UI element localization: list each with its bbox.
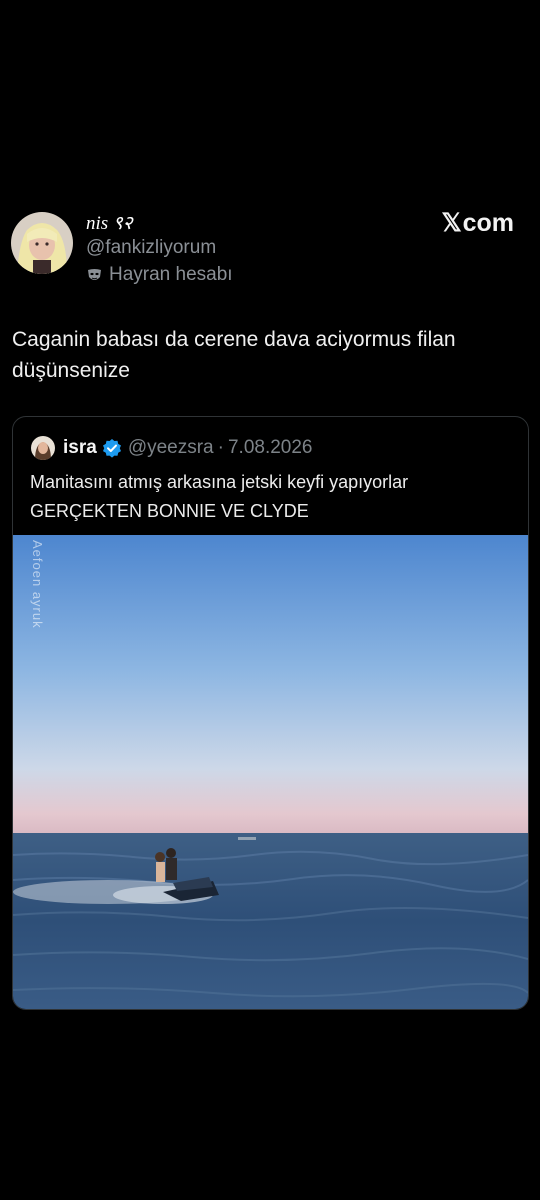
jetski-sea-image [13,535,528,1009]
author-name[interactable]: nis ९२ [86,209,133,235]
quoted-author-avatar[interactable] [31,436,55,460]
quoted-tweet-video[interactable]: Aefoen ayruk [13,535,528,1009]
fan-label-text: Hayran hesabı [109,264,233,285]
x-logo-icon: 𝕏 [441,209,462,237]
quoted-tweet-date[interactable]: 7.08.2026 [228,437,313,459]
author-avatar[interactable] [11,212,73,274]
quoted-text-line-1: Manitasını atmış arkasına jetski keyfi y… [30,472,409,492]
quoted-author-name[interactable]: isra [63,437,97,459]
meta-separator: · [217,437,224,458]
fan-account-label: Hayran hesabı [86,264,233,286]
media-watermark: Aefoen ayruk [30,540,45,629]
quoted-text-line-2: GERÇEKTEN BONNIE VE CLYDE [30,501,309,521]
quoted-tweet-header: isra @yeezsra · 7.08.2026 [31,436,313,460]
x-com-brand: 𝕏com [441,208,514,238]
quoted-tweet-text: Manitasını atmış arkasına jetski keyfi y… [30,468,510,526]
quoted-tweet[interactable]: isra @yeezsra · 7.08.2026 Manitasını atm… [12,416,529,1010]
verified-badge-icon [102,438,122,458]
mask-icon [86,267,103,284]
tweet-text: Caganin babası da cerene dava aciyormus … [12,328,456,382]
tweet-screenshot: nis ९२ @fankizliyorum Hayran hesabı 𝕏com… [0,0,540,1200]
author-handle[interactable]: @fankizliyorum [86,237,216,259]
x-com-text: com [462,209,514,237]
quoted-author-handle[interactable]: @yeezsra [128,437,214,459]
